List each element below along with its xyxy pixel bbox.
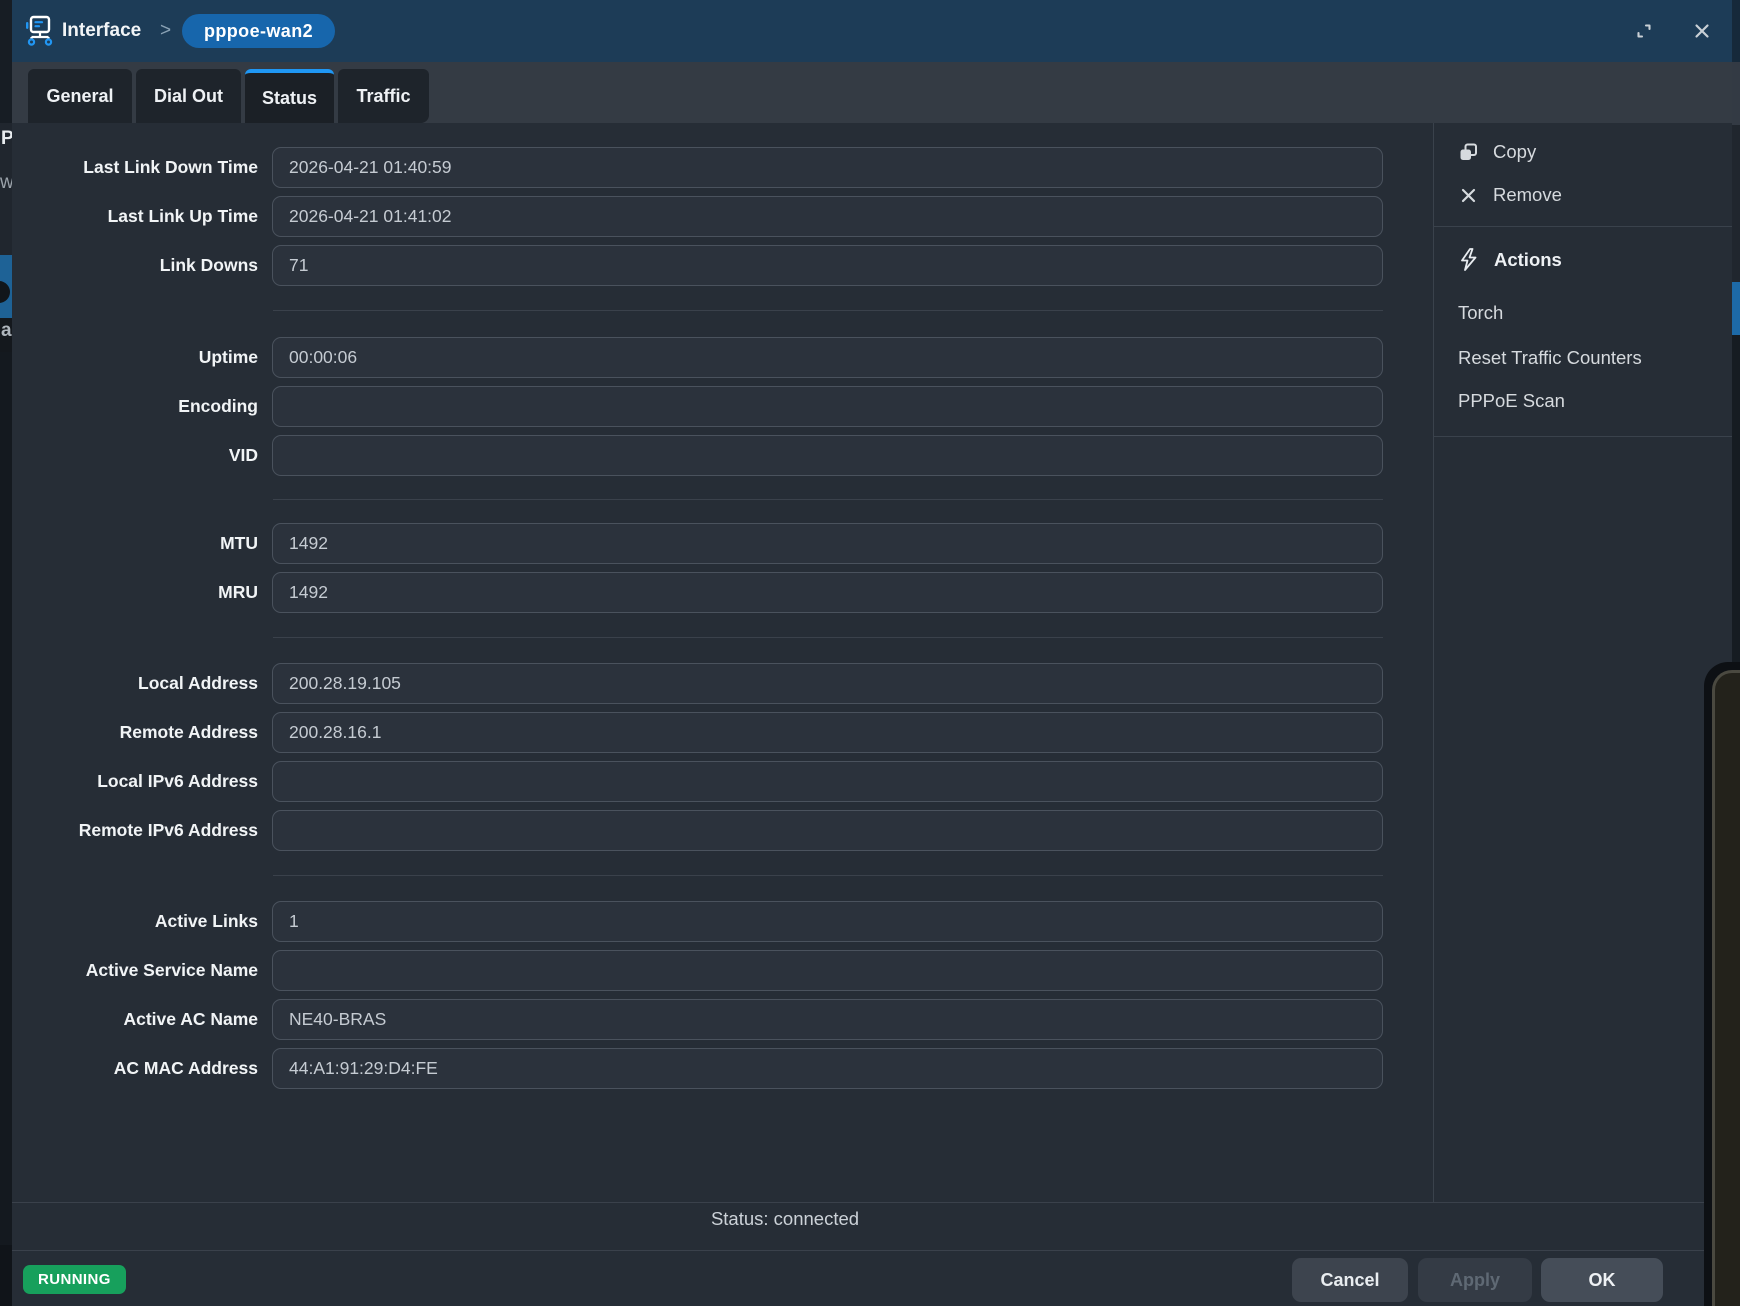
running-status-badge: RUNNING [23,1265,126,1294]
field-last-link-up-time[interactable]: 2026-04-21 01:41:02 [272,196,1383,237]
copy-icon [1457,141,1479,163]
field-encoding[interactable] [272,386,1383,427]
field-value: 200.28.16.1 [273,713,1382,751]
field-link-downs[interactable]: 71 [272,245,1383,286]
expand-icon[interactable] [1634,21,1654,41]
sidebar-item-copy[interactable]: Copy [1457,141,1536,163]
field-vid[interactable] [272,435,1383,476]
field-label: Remote Address [28,712,258,753]
field-value: 200.28.19.105 [273,664,1382,702]
field-mru[interactable]: 1492 [272,572,1383,613]
actions-header-label: Actions [1494,249,1562,271]
cancel-button[interactable]: Cancel [1292,1258,1408,1302]
status-divider [12,1202,1732,1203]
field-label: Active Service Name [28,950,258,991]
field-value: 1 [273,902,1382,940]
interface-icon [25,15,53,47]
field-value: 44:A1:91:29:D4:FE [273,1049,1382,1087]
field-label: MTU [28,523,258,564]
background-text-fragment: a [1,320,12,342]
field-local-address[interactable]: 200.28.19.105 [272,663,1383,704]
background-text-fragment: w [0,172,12,194]
breadcrumb-separator: > [160,0,171,62]
field-local-ipv6-address[interactable] [272,761,1383,802]
field-label: VID [28,435,258,476]
field-value: NE40-BRAS [273,1000,1382,1038]
field-label: Last Link Down Time [28,147,258,188]
field-last-link-down-time[interactable]: 2026-04-21 01:40:59 [272,147,1383,188]
close-icon[interactable] [1692,21,1712,41]
screen: P w a Interface > pppoe-wan2 GeneralDial… [0,0,1740,1306]
action-reset-traffic-counters[interactable]: Reset Traffic Counters [1458,347,1642,369]
footer-divider [12,1250,1732,1251]
apply-button[interactable]: Apply [1418,1258,1532,1302]
field-label: Encoding [28,386,258,427]
field-value: 2026-04-21 01:41:02 [273,197,1382,235]
titlebar: Interface > pppoe-wan2 [12,0,1732,62]
sidebar-section-divider [1433,436,1732,437]
field-active-links[interactable]: 1 [272,901,1383,942]
tab-strip: GeneralDial OutStatusTraffic [12,62,1732,123]
sidebar-item-label: Remove [1493,184,1562,206]
sidebar-item-remove[interactable]: Remove [1457,184,1562,206]
field-value: 71 [273,246,1382,284]
tab-status[interactable]: Status [245,69,334,123]
field-label: Last Link Up Time [28,196,258,237]
background-window-corner [1712,670,1740,1306]
actions-header: Actions [1457,247,1562,272]
field-active-service-name[interactable] [272,950,1383,991]
field-value: 1492 [273,524,1382,562]
group-separator [273,875,1383,876]
field-label: Local IPv6 Address [28,761,258,802]
tab-dial-out[interactable]: Dial Out [136,69,241,123]
bolt-icon [1457,247,1480,272]
field-label: Link Downs [28,245,258,286]
ok-button[interactable]: OK [1541,1258,1663,1302]
group-separator [273,499,1383,500]
group-separator [273,637,1383,638]
field-value: 00:00:06 [273,338,1382,376]
sidebar-item-label: Copy [1493,141,1536,163]
group-separator [273,310,1383,311]
field-uptime[interactable]: 00:00:06 [272,337,1383,378]
tab-traffic[interactable]: Traffic [338,69,429,123]
field-label: Uptime [28,337,258,378]
window-title: Interface [62,0,141,62]
field-label: Local Address [28,663,258,704]
background-window-left: P w a [0,0,12,1306]
field-label: Active Links [28,901,258,942]
action-torch[interactable]: Torch [1458,302,1503,324]
remove-icon [1457,184,1479,206]
interface-dialog: Interface > pppoe-wan2 GeneralDial OutSt… [12,0,1732,1306]
field-remote-ipv6-address[interactable] [272,810,1383,851]
field-value: 1492 [273,573,1382,611]
field-label: Remote IPv6 Address [28,810,258,851]
background-text-fragment: P [1,128,12,150]
field-ac-mac-address[interactable]: 44:A1:91:29:D4:FE [272,1048,1383,1089]
field-label: Active AC Name [28,999,258,1040]
connection-status-text: Status: connected [12,1208,1558,1230]
field-label: MRU [28,572,258,613]
sidebar-divider-vertical [1433,123,1434,1202]
tab-general[interactable]: General [28,69,132,123]
background-avatar-fragment [0,281,10,303]
field-label: AC MAC Address [28,1048,258,1089]
field-value: 2026-04-21 01:40:59 [273,148,1382,186]
field-remote-address[interactable]: 200.28.16.1 [272,712,1383,753]
field-mtu[interactable]: 1492 [272,523,1383,564]
action-pppoe-scan[interactable]: PPPoE Scan [1458,390,1565,412]
field-active-ac-name[interactable]: NE40-BRAS [272,999,1383,1040]
sidebar-section-divider [1433,226,1732,227]
interface-name-tag: pppoe-wan2 [182,14,335,48]
